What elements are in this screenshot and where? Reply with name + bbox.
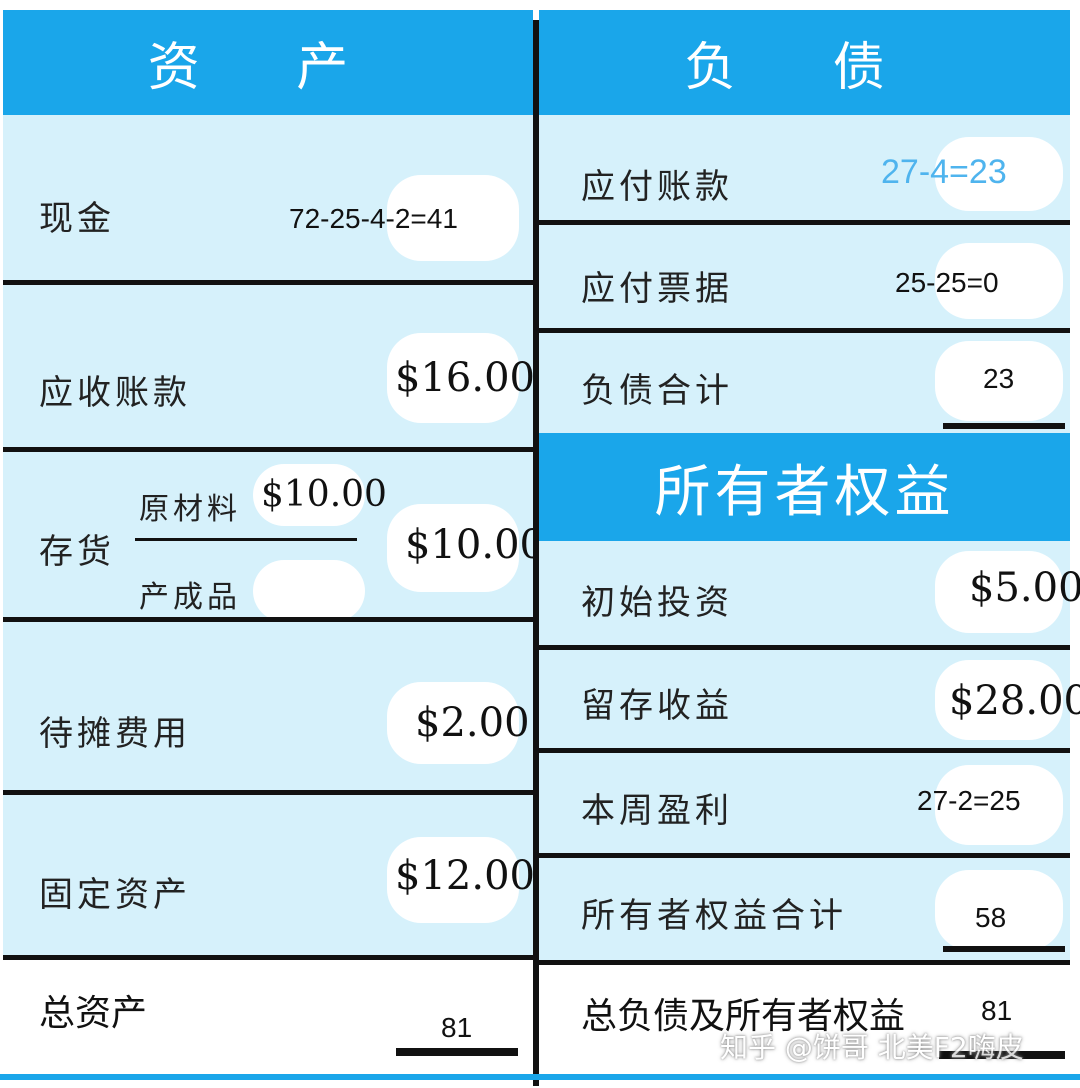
fixed-assets-value: $12.00 xyxy=(395,853,535,899)
weekly-profit-label: 本周盈利 xyxy=(581,791,733,831)
cash-row: 现金 72-25-4-2=41 xyxy=(3,115,533,280)
total-assets-label: 总资产 xyxy=(39,993,148,1034)
inventory-sub-divider xyxy=(135,538,357,541)
liabilities-total-label: 负债合计 xyxy=(581,371,733,411)
fixed-assets-row: 固定资产 $12.00 xyxy=(3,795,535,955)
equity-header: 所有者权益 xyxy=(539,433,1070,541)
raw-materials-label: 原材料 xyxy=(139,492,241,527)
equity-total-label: 所有者权益合计 xyxy=(581,896,847,936)
cash-label: 现金 xyxy=(39,199,115,239)
accounts-payable-label: 应付账款 xyxy=(581,167,733,207)
watermark: 知乎 @饼哥 北美F2嗨皮 xyxy=(720,1031,1024,1064)
cash-calc: 72-25-4-2=41 xyxy=(289,203,458,234)
liabilities-total-underline xyxy=(943,423,1065,429)
total-assets-underline xyxy=(396,1048,518,1056)
fixed-assets-label: 固定资产 xyxy=(39,875,191,915)
weekly-profit-calc: 27-2=25 xyxy=(917,785,1021,816)
initial-investment-value: $5.00 xyxy=(969,565,1080,611)
accounts-payable-row: 应付账款 27-4=23 xyxy=(539,115,1070,220)
accounts-receivable-row: 应收账款 $16.00 xyxy=(3,285,535,447)
inventory-label: 存货 xyxy=(39,532,115,572)
raw-materials-value: $10.00 xyxy=(261,474,387,515)
assets-header: 资 产 xyxy=(3,10,533,115)
prepaid-expenses-label: 待摊费用 xyxy=(39,714,191,754)
column-divider xyxy=(533,20,539,1086)
weekly-profit-row: 本周盈利 27-2=25 xyxy=(539,753,1070,853)
total-assets-value: 81 xyxy=(441,1012,473,1043)
accounts-receivable-label: 应收账款 xyxy=(39,373,191,413)
inventory-row: 存货 原材料 $10.00 产成品 $10.00 xyxy=(3,452,545,622)
notes-payable-row: 应付票据 25-25=0 xyxy=(539,225,1070,328)
finished-goods-value-box xyxy=(253,560,365,622)
accounts-receivable-value: $16.00 xyxy=(395,355,535,401)
equity-total-value: 58 xyxy=(975,902,1007,933)
grand-total-value: 81 xyxy=(981,995,1013,1026)
notes-payable-label: 应付票据 xyxy=(581,269,733,309)
equity-total-underline xyxy=(943,946,1065,952)
equity-total-row: 所有者权益合计 58 xyxy=(539,858,1070,960)
prepaid-expenses-row: 待摊费用 $2.00 xyxy=(3,622,533,790)
accounts-payable-calc: 27-4=23 xyxy=(881,153,1007,191)
balance-sheet: 资 产 现金 72-25-4-2=41 应收账款 $16.00 存货 原材料 $… xyxy=(0,10,1080,1086)
finished-goods-label: 产成品 xyxy=(139,580,241,615)
notes-payable-calc: 25-25=0 xyxy=(895,267,999,298)
liabilities-header: 负 债 xyxy=(539,10,1070,115)
assets-column: 资 产 现金 72-25-4-2=41 应收账款 $16.00 存货 原材料 $… xyxy=(3,10,545,1082)
inventory-value: $10.00 xyxy=(405,522,545,568)
retained-earnings-value: $28.00 xyxy=(949,678,1080,724)
retained-earnings-label: 留存收益 xyxy=(581,686,733,726)
liabilities-equity-column: 负 债 应付账款 27-4=23 应付票据 25-25=0 负债合计 23 所有… xyxy=(539,10,1080,1082)
total-assets-row: 总资产 81 xyxy=(3,960,533,1082)
liabilities-total-row: 负债合计 23 xyxy=(539,333,1070,433)
bottom-border xyxy=(0,1074,1080,1080)
initial-investment-row: 初始投资 $5.00 xyxy=(539,541,1080,645)
retained-earnings-row: 留存收益 $28.00 xyxy=(539,650,1080,748)
liabilities-total-value: 23 xyxy=(983,363,1015,394)
initial-investment-label: 初始投资 xyxy=(581,583,733,623)
prepaid-expenses-value: $2.00 xyxy=(415,700,530,746)
